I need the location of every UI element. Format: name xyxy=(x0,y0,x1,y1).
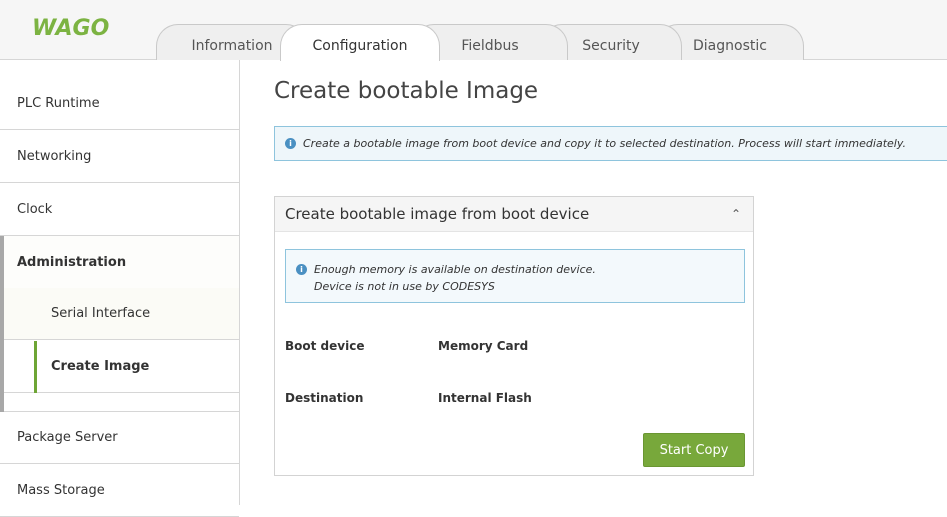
wago-logo[interactable]: WAGO xyxy=(32,14,122,41)
sidebar: PLC Runtime Networking Clock Administrat… xyxy=(0,60,240,517)
status-line: Device is not in use by CODESYS xyxy=(314,280,495,293)
info-icon: i xyxy=(285,138,296,149)
boot-device-value: Memory Card xyxy=(438,339,529,353)
status-message-box: i Enough memory is available on destinat… xyxy=(285,249,745,303)
logo-text: WAGO xyxy=(32,16,109,40)
sidebar-item-clock[interactable]: Clock xyxy=(0,183,239,236)
sidebar-item-label: Package Server xyxy=(17,430,118,445)
active-item-indicator xyxy=(34,341,37,393)
start-copy-button[interactable]: Start Copy xyxy=(643,433,745,467)
sidebar-item-label: Serial Interface xyxy=(51,306,151,321)
sidebar-item-label: Mass Storage xyxy=(17,482,105,498)
destination-label: Destination xyxy=(285,391,364,405)
sidebar-item-label: Create Image xyxy=(51,359,150,374)
panel-header[interactable]: Create bootable image from boot device ⌃ xyxy=(275,197,753,232)
sidebar-item-label: Networking xyxy=(17,148,92,164)
sidebar-item-package-server[interactable]: Package Server xyxy=(0,411,239,464)
sidebar-item-serial-interface[interactable]: Serial Interface xyxy=(4,288,239,340)
panel-title: Create bootable image from boot device xyxy=(285,205,590,223)
sidebar-item-mass-storage[interactable]: Mass Storage xyxy=(0,464,239,517)
tab-diagnostic-label: Diagnostic xyxy=(693,37,767,54)
header: WAGO Information Fieldbus Security Diagn… xyxy=(0,0,947,61)
sidebar-item-label: Administration xyxy=(17,255,127,270)
sidebar-item-create-image[interactable]: Create Image xyxy=(4,341,239,393)
tab-configuration-label: Configuration xyxy=(312,38,408,54)
chevron-up-icon[interactable]: ⌃ xyxy=(731,207,741,221)
info-banner: i Create a bootable image from boot devi… xyxy=(274,126,947,161)
destination-value: Internal Flash xyxy=(438,391,532,405)
sidebar-item-networking[interactable]: Networking xyxy=(0,130,239,183)
sidebar-item-administration[interactable]: Administration xyxy=(0,236,239,289)
tab-security-label: Security xyxy=(582,37,640,54)
sidebar-item-label: Clock xyxy=(17,201,53,217)
tab-information-label: Information xyxy=(191,37,273,54)
sidebar-item-label: PLC Runtime xyxy=(17,95,100,111)
tab-configuration[interactable]: Configuration xyxy=(280,24,440,61)
sidebar-item-plc-runtime[interactable]: PLC Runtime xyxy=(0,77,239,130)
info-banner-text: Create a bootable image from boot device… xyxy=(303,137,906,150)
info-icon: i xyxy=(296,264,307,275)
create-image-panel: Create bootable image from boot device ⌃… xyxy=(274,196,754,476)
tab-fieldbus-label: Fieldbus xyxy=(461,37,519,54)
status-line: Enough memory is available on destinatio… xyxy=(314,263,596,276)
administration-group-indicator xyxy=(0,236,4,412)
boot-device-label: Boot device xyxy=(285,339,365,353)
page-title: Create bootable Image xyxy=(274,78,539,104)
